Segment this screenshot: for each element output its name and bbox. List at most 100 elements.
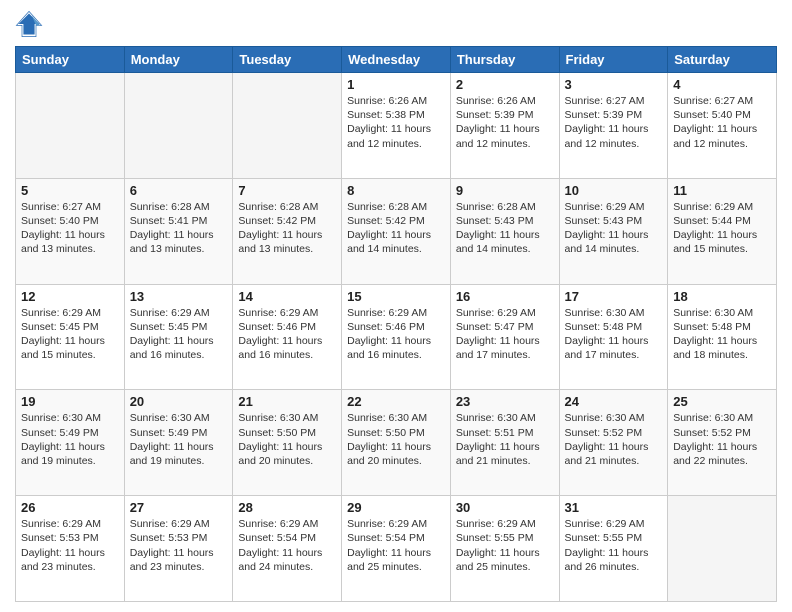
day-cell: 27Sunrise: 6:29 AMSunset: 5:53 PMDayligh… bbox=[124, 496, 233, 602]
day-info: Sunrise: 6:29 AMSunset: 5:54 PMDaylight:… bbox=[238, 517, 336, 574]
day-cell: 6Sunrise: 6:28 AMSunset: 5:41 PMDaylight… bbox=[124, 178, 233, 284]
day-cell: 28 Sunrise: 6:29 AMSunset: 5:54 PMDayligh… bbox=[233, 496, 342, 602]
day-cell: 9 Sunrise: 6:28 AMSunset: 5:43 PMDaylight… bbox=[450, 178, 559, 284]
day-cell: 3Sunrise: 6:27 AMSunset: 5:39 PMDaylight… bbox=[559, 73, 668, 179]
day-cell: 29 Sunrise: 6:29 AMSunset: 5:54 PMDayligh… bbox=[342, 496, 451, 602]
day-cell: 26Sunrise: 6:29 AMSunset: 5:53 PMDayligh… bbox=[16, 496, 125, 602]
header-day-wednesday: Wednesday bbox=[342, 47, 451, 73]
day-number: 10 bbox=[565, 183, 663, 198]
day-info: Sunrise: 6:29 AMSunset: 5:47 PMDaylight:… bbox=[456, 306, 554, 363]
day-cell: 23 Sunrise: 6:30 AMSunset: 5:51 PMDayligh… bbox=[450, 390, 559, 496]
day-info: Sunrise: 6:30 AMSunset: 5:48 PMDaylight:… bbox=[673, 306, 771, 363]
day-number: 5 bbox=[21, 183, 119, 198]
day-info: Sunrise: 6:28 AMSunset: 5:42 PMDaylight:… bbox=[347, 200, 445, 257]
day-info: Sunrise: 6:30 AMSunset: 5:52 PMDaylight:… bbox=[565, 411, 663, 468]
header-day-monday: Monday bbox=[124, 47, 233, 73]
day-info: Sunrise: 6:29 AMSunset: 5:43 PMDaylight:… bbox=[565, 200, 663, 257]
day-cell: 11 Sunrise: 6:29 AMSunset: 5:44 PMDayligh… bbox=[668, 178, 777, 284]
day-cell: 14 Sunrise: 6:29 AMSunset: 5:46 PMDayligh… bbox=[233, 284, 342, 390]
day-number: 29 bbox=[347, 500, 445, 515]
calendar-header: SundayMondayTuesdayWednesdayThursdayFrid… bbox=[16, 47, 777, 73]
day-cell: 18 Sunrise: 6:30 AMSunset: 5:48 PMDayligh… bbox=[668, 284, 777, 390]
day-info: Sunrise: 6:30 AMSunset: 5:51 PMDaylight:… bbox=[456, 411, 554, 468]
day-cell bbox=[233, 73, 342, 179]
day-info: Sunrise: 6:30 AMSunset: 5:52 PMDaylight:… bbox=[673, 411, 771, 468]
day-info: Sunrise: 6:26 AMSunset: 5:38 PMDaylight:… bbox=[347, 94, 445, 151]
day-cell: 22 Sunrise: 6:30 AMSunset: 5:50 PMDayligh… bbox=[342, 390, 451, 496]
day-number: 9 bbox=[456, 183, 554, 198]
day-cell: 17Sunrise: 6:30 AMSunset: 5:48 PMDayligh… bbox=[559, 284, 668, 390]
day-info: Sunrise: 6:29 AMSunset: 5:46 PMDaylight:… bbox=[238, 306, 336, 363]
day-number: 8 bbox=[347, 183, 445, 198]
day-number: 25 bbox=[673, 394, 771, 409]
day-info: Sunrise: 6:27 AMSunset: 5:40 PMDaylight:… bbox=[673, 94, 771, 151]
week-row-1: 1 Sunrise: 6:26 AMSunset: 5:38 PMDaylight… bbox=[16, 73, 777, 179]
header-day-saturday: Saturday bbox=[668, 47, 777, 73]
day-cell: 15Sunrise: 6:29 AMSunset: 5:46 PMDayligh… bbox=[342, 284, 451, 390]
day-number: 20 bbox=[130, 394, 228, 409]
header-day-tuesday: Tuesday bbox=[233, 47, 342, 73]
day-cell: 13Sunrise: 6:29 AMSunset: 5:45 PMDayligh… bbox=[124, 284, 233, 390]
day-number: 1 bbox=[347, 77, 445, 92]
header-day-friday: Friday bbox=[559, 47, 668, 73]
day-number: 7 bbox=[238, 183, 336, 198]
day-cell: 31 Sunrise: 6:29 AMSunset: 5:55 PMDayligh… bbox=[559, 496, 668, 602]
day-cell: 7Sunrise: 6:28 AMSunset: 5:42 PMDaylight… bbox=[233, 178, 342, 284]
day-cell: 5 Sunrise: 6:27 AMSunset: 5:40 PMDaylight… bbox=[16, 178, 125, 284]
day-info: Sunrise: 6:29 AMSunset: 5:45 PMDaylight:… bbox=[21, 306, 119, 363]
day-info: Sunrise: 6:29 AMSunset: 5:45 PMDaylight:… bbox=[130, 306, 228, 363]
day-cell bbox=[124, 73, 233, 179]
day-info: Sunrise: 6:30 AMSunset: 5:49 PMDaylight:… bbox=[21, 411, 119, 468]
header-row: SundayMondayTuesdayWednesdayThursdayFrid… bbox=[16, 47, 777, 73]
day-number: 19 bbox=[21, 394, 119, 409]
day-cell: 12 Sunrise: 6:29 AMSunset: 5:45 PMDayligh… bbox=[16, 284, 125, 390]
day-info: Sunrise: 6:30 AMSunset: 5:50 PMDaylight:… bbox=[347, 411, 445, 468]
day-number: 3 bbox=[565, 77, 663, 92]
day-cell: 19 Sunrise: 6:30 AMSunset: 5:49 PMDayligh… bbox=[16, 390, 125, 496]
day-info: Sunrise: 6:29 AMSunset: 5:55 PMDaylight:… bbox=[565, 517, 663, 574]
day-cell: 10 Sunrise: 6:29 AMSunset: 5:43 PMDayligh… bbox=[559, 178, 668, 284]
day-cell: 8 Sunrise: 6:28 AMSunset: 5:42 PMDaylight… bbox=[342, 178, 451, 284]
day-number: 30 bbox=[456, 500, 554, 515]
day-number: 14 bbox=[238, 289, 336, 304]
day-cell: 30 Sunrise: 6:29 AMSunset: 5:55 PMDayligh… bbox=[450, 496, 559, 602]
week-row-3: 12 Sunrise: 6:29 AMSunset: 5:45 PMDayligh… bbox=[16, 284, 777, 390]
logo bbox=[15, 10, 47, 38]
day-number: 18 bbox=[673, 289, 771, 304]
day-number: 11 bbox=[673, 183, 771, 198]
day-number: 12 bbox=[21, 289, 119, 304]
day-number: 2 bbox=[456, 77, 554, 92]
day-info: Sunrise: 6:27 AMSunset: 5:40 PMDaylight:… bbox=[21, 200, 119, 257]
day-number: 22 bbox=[347, 394, 445, 409]
week-row-5: 26 Sunrise: 6:29 AMSunset: 5:53 PMDayligh… bbox=[16, 496, 777, 602]
day-number: 21 bbox=[238, 394, 336, 409]
day-number: 16 bbox=[456, 289, 554, 304]
day-info: Sunrise: 6:29 AMSunset: 5:44 PMDaylight:… bbox=[673, 200, 771, 257]
day-number: 31 bbox=[565, 500, 663, 515]
day-number: 24 bbox=[565, 394, 663, 409]
day-info: Sunrise: 6:30 AMSunset: 5:50 PMDaylight:… bbox=[238, 411, 336, 468]
day-info: Sunrise: 6:29 AMSunset: 5:55 PMDaylight:… bbox=[456, 517, 554, 574]
day-number: 23 bbox=[456, 394, 554, 409]
header-day-thursday: Thursday bbox=[450, 47, 559, 73]
day-info: Sunrise: 6:28 AMSunset: 5:43 PMDaylight:… bbox=[456, 200, 554, 257]
day-cell bbox=[668, 496, 777, 602]
calendar-body: 1 Sunrise: 6:26 AMSunset: 5:38 PMDaylight… bbox=[16, 73, 777, 602]
day-info: Sunrise: 6:28 AMSunset: 5:41 PMDaylight:… bbox=[130, 200, 228, 257]
day-cell: 21 Sunrise: 6:30 AMSunset: 5:50 PMDayligh… bbox=[233, 390, 342, 496]
header-day-sunday: Sunday bbox=[16, 47, 125, 73]
day-number: 17 bbox=[565, 289, 663, 304]
day-cell: 24 Sunrise: 6:30 AMSunset: 5:52 PMDayligh… bbox=[559, 390, 668, 496]
day-info: Sunrise: 6:29 AMSunset: 5:54 PMDaylight:… bbox=[347, 517, 445, 574]
week-row-2: 5 Sunrise: 6:27 AMSunset: 5:40 PMDaylight… bbox=[16, 178, 777, 284]
day-cell: 16 Sunrise: 6:29 AMSunset: 5:47 PMDayligh… bbox=[450, 284, 559, 390]
logo-icon bbox=[15, 10, 43, 38]
day-cell: 2Sunrise: 6:26 AMSunset: 5:39 PMDaylight… bbox=[450, 73, 559, 179]
day-cell: 4Sunrise: 6:27 AMSunset: 5:40 PMDaylight… bbox=[668, 73, 777, 179]
day-number: 26 bbox=[21, 500, 119, 515]
day-info: Sunrise: 6:30 AMSunset: 5:49 PMDaylight:… bbox=[130, 411, 228, 468]
day-cell: 1 Sunrise: 6:26 AMSunset: 5:38 PMDaylight… bbox=[342, 73, 451, 179]
day-number: 28 bbox=[238, 500, 336, 515]
day-number: 15 bbox=[347, 289, 445, 304]
day-info: Sunrise: 6:29 AMSunset: 5:53 PMDaylight:… bbox=[130, 517, 228, 574]
